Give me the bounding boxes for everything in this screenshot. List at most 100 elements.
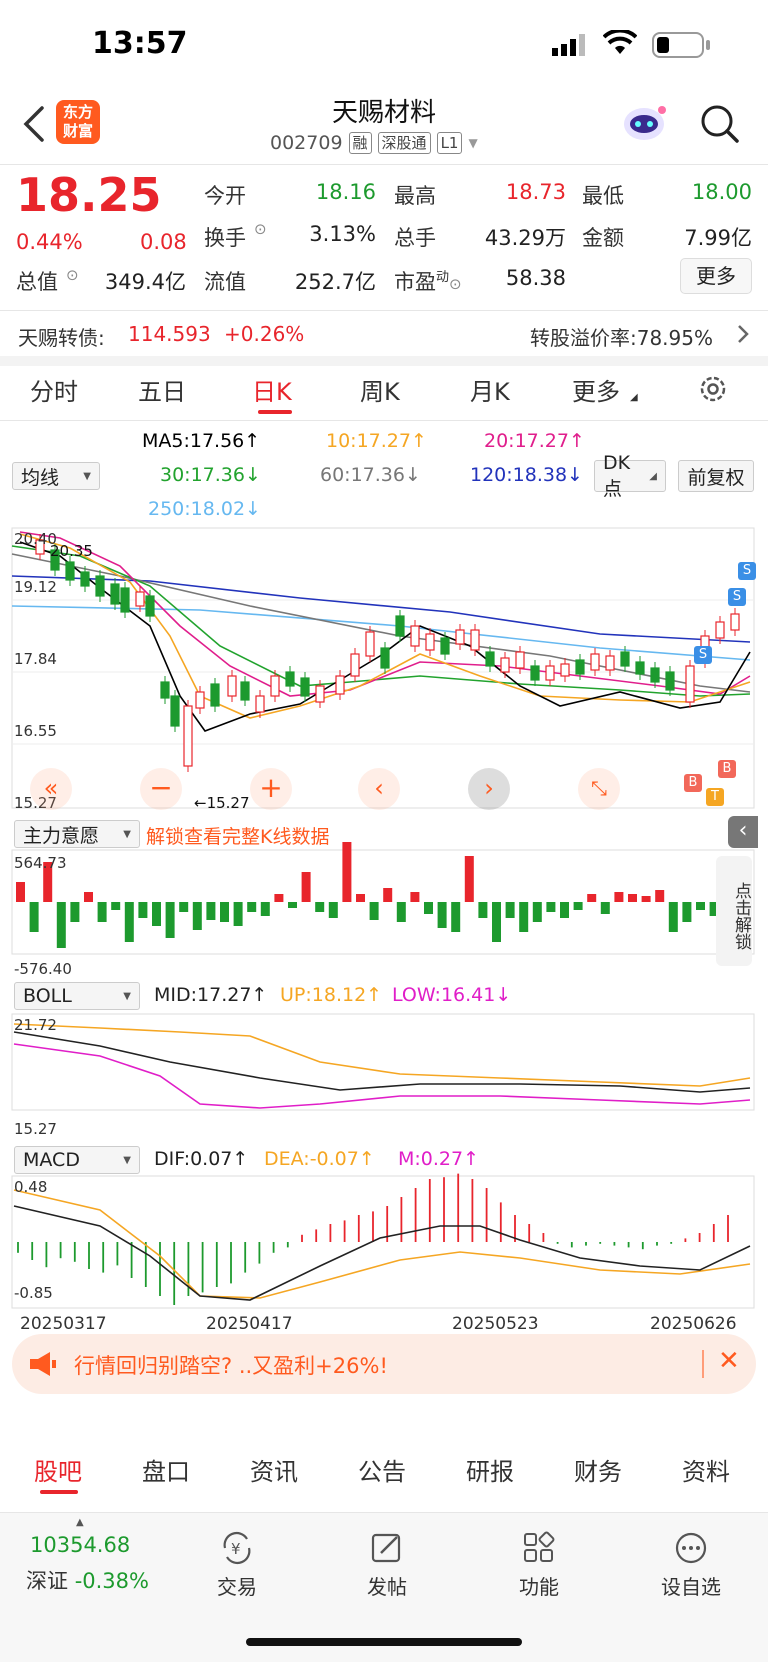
zoom-out-icon[interactable]: − [140,768,182,810]
settings-gear-icon[interactable] [698,374,728,408]
main-force-bar [532,902,542,922]
ma30-value: 30:17.36↓ [160,464,261,486]
candle-body [335,675,345,695]
index-value[interactable]: 10354.68 [30,1533,130,1557]
candle-body [575,659,585,675]
margin-tag: 融 [348,132,372,154]
main-force-bar [600,902,610,914]
candle-body [410,625,420,647]
boll-selector[interactable]: BOLL ▼ [14,982,140,1010]
bond-price: 114.593 [128,322,211,346]
section-gap [0,356,768,366]
macd-dif-line [13,1205,751,1301]
tab-daily-k[interactable]: 日K [252,372,292,407]
change-value: 0.08 [140,230,187,254]
robot-assistant-icon[interactable] [622,102,666,146]
candle-body [590,653,600,671]
float-label: 流值 [204,270,246,294]
main-force-bar [16,882,25,902]
main-force-bar [84,892,93,902]
main-force-bar [505,902,515,918]
grid-apps-icon [524,1531,555,1562]
boll-ymax: 21.72 [14,1016,57,1034]
kline-chart[interactable] [0,526,768,1316]
ma120-value: 120:18.38↓ [470,464,583,486]
close-icon[interactable]: ✕ [718,1346,740,1376]
unlock-side-button[interactable]: 点击解锁 [716,856,752,966]
main-force-bar [315,902,325,912]
yen-exchange-icon: ¥ [223,1531,251,1565]
expand-panel-icon[interactable]: ‹ [728,816,758,848]
fullscreen-icon[interactable]: ⤡ [578,768,620,810]
unlock-link[interactable]: 解锁查看完整K线数据 [146,822,329,849]
info-icon[interactable]: ⊙ [66,266,79,284]
low-value: 18.00 [691,180,752,204]
scroll-left-icon[interactable]: ‹ [358,768,400,810]
candle-body [300,677,310,697]
tab-orderbook[interactable]: 盘口 [142,1452,190,1487]
info-icon[interactable]: ⊙ [254,220,267,238]
main-force-selector[interactable]: 主力意愿 ▼ [14,820,140,848]
signal-buy-2: B [718,760,736,778]
dk-point-button[interactable]: DK点 ◢ [594,452,666,500]
adjust-button[interactable]: 前复权 [678,460,754,492]
high-label: 最高 [394,184,436,208]
tab-monthly-k[interactable]: 月K [470,372,510,407]
main-force-bar [614,892,624,902]
search-icon[interactable] [700,104,740,148]
kline-y4: 16.55 [14,722,57,740]
tab-intraday[interactable]: 分时 [30,372,78,407]
ad-separator [702,1350,704,1378]
index-name-row[interactable]: 深证 -0.38% [26,1565,149,1595]
main-force-bar [696,902,705,910]
edit-post-icon [371,1533,401,1563]
tab-news[interactable]: 资讯 [250,1452,298,1487]
macd-dif: DIF:0.07↑ [154,1148,249,1170]
macd-selector[interactable]: MACD ▼ [14,1146,140,1174]
main-force-bar [369,902,379,920]
tab-announcements[interactable]: 公告 [358,1452,406,1487]
tab-more[interactable]: 更多 [572,372,620,407]
dropdown-icon[interactable]: ▼ [468,136,477,150]
ad-banner[interactable]: 行情回归别踏空? ..又盈利+26%! ✕ [12,1334,756,1394]
tab-profile[interactable]: 资料 [682,1452,730,1487]
main-force-bar [478,902,488,918]
candle-body [145,595,155,617]
candle-body [545,665,555,681]
candle-body [270,675,280,697]
kline-y2: 19.12 [14,578,57,596]
scroll-right-icon[interactable]: › [468,768,510,810]
tab-finance[interactable]: 财务 [574,1452,622,1487]
nav-post[interactable]: 发帖 [342,1531,432,1600]
ma10-line [19,533,751,719]
candle-body [110,583,120,605]
ma-selector[interactable]: 均线 ▼ [12,462,100,490]
info-icon[interactable]: ⊙ [449,275,462,293]
tab-forum[interactable]: 股吧 [34,1452,82,1487]
stock-code-row[interactable]: 002709 融 深股通 L1 ▼ [270,132,478,154]
main-force-bar [560,902,569,918]
main-force-bar [247,902,257,912]
bond-name[interactable]: 天赐转债: [18,322,105,351]
tab-weekly-k[interactable]: 周K [360,372,400,407]
main-force-bar [655,890,665,902]
low-label: 最低 [582,184,624,208]
zoom-in-icon[interactable]: + [250,768,292,810]
boll-ymin: 15.27 [14,1120,57,1138]
tab-research[interactable]: 研报 [466,1452,514,1487]
main-force-bar [220,902,229,922]
scroll-left-fast-icon[interactable]: « [30,768,72,810]
nav-trade[interactable]: ¥ 交易 [192,1531,282,1600]
chevron-right-icon[interactable] [736,322,750,350]
nav-functions[interactable]: 功能 [494,1531,584,1600]
main-force-bar [356,894,365,902]
candle-body [560,663,570,677]
main-force-ymin: -576.40 [14,960,72,978]
boll-up-line [13,1023,751,1087]
candle-body [315,685,325,703]
bond-premium: 转股溢价率:78.95% [530,322,713,351]
candle-body [65,561,75,581]
more-quote-button[interactable]: 更多 [680,258,752,294]
tab-five-day[interactable]: 五日 [138,372,186,407]
nav-add-watchlist[interactable]: 设自选 [646,1531,736,1600]
